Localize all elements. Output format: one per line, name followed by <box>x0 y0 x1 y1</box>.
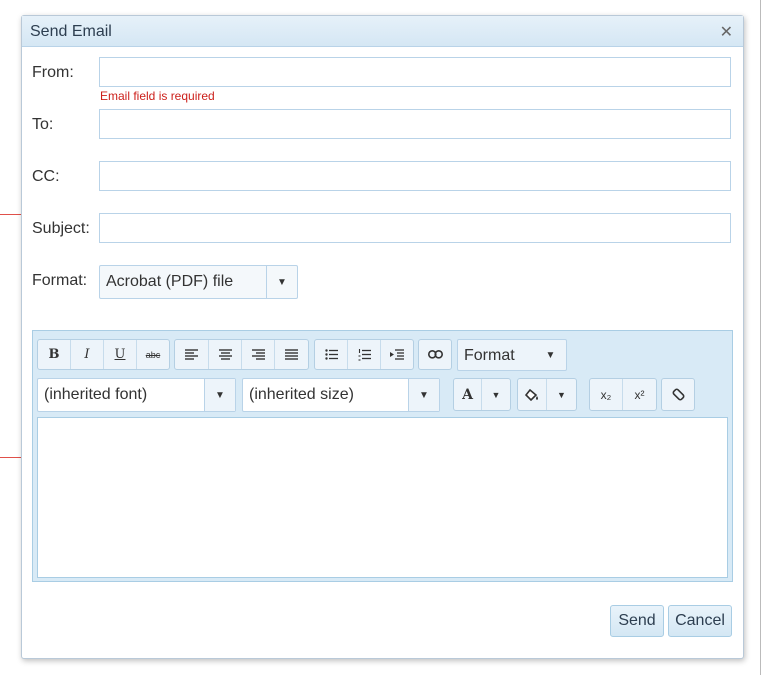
background-color-dropdown[interactable]: ▼ <box>547 379 576 410</box>
list-group <box>314 339 414 370</box>
strikethrough-button[interactable]: abc <box>137 340 169 369</box>
rich-text-editor: B I U abc Format ▼ (inherited font) ▼ (i… <box>32 330 733 582</box>
align-center-button[interactable] <box>209 340 242 369</box>
link-group <box>418 339 452 370</box>
format-select-value: Acrobat (PDF) file <box>106 273 234 290</box>
bold-button[interactable]: B <box>38 340 71 369</box>
send-email-dialog: Send Email ✕ From: Email field is requir… <box>21 15 744 659</box>
background-color-group: ▼ <box>517 378 577 411</box>
font-size-value: (inherited size) <box>249 386 354 403</box>
background-line <box>0 457 21 458</box>
format-label: Format: <box>32 272 88 289</box>
font-color-dropdown[interactable]: ▼ <box>482 379 510 410</box>
background-line <box>0 214 21 215</box>
align-justify-button[interactable] <box>275 340 308 369</box>
eraser-icon <box>672 388 684 401</box>
text-style-group: B I U abc <box>37 339 170 370</box>
editor-content-area[interactable] <box>37 417 728 578</box>
align-right-icon <box>251 349 265 360</box>
align-left-button[interactable] <box>175 340 209 369</box>
background-color-button[interactable] <box>518 379 548 410</box>
close-icon[interactable]: ✕ <box>720 22 733 42</box>
subject-row: Subject: <box>32 213 734 244</box>
font-family-value: (inherited font) <box>44 386 148 403</box>
indent-icon <box>390 349 404 360</box>
chevron-down-icon: ▼ <box>408 379 439 411</box>
indent-button[interactable] <box>381 340 413 369</box>
dialog-title: Send Email <box>30 23 112 40</box>
italic-button[interactable]: I <box>71 340 104 369</box>
font-size-select[interactable]: (inherited size) ▼ <box>242 378 440 412</box>
background-divider <box>760 0 761 675</box>
subject-label: Subject: <box>32 220 90 237</box>
chevron-down-icon: ▼ <box>545 350 556 361</box>
send-button[interactable]: Send <box>610 605 664 637</box>
font-family-select[interactable]: (inherited font) ▼ <box>37 378 236 412</box>
subject-input[interactable] <box>99 213 731 243</box>
from-label: From: <box>32 64 74 81</box>
align-right-button[interactable] <box>242 340 275 369</box>
clear-formatting-button[interactable] <box>662 379 694 410</box>
cancel-button[interactable]: Cancel <box>668 605 732 637</box>
subscript-button[interactable]: x₂ <box>590 379 624 410</box>
from-input[interactable] <box>99 57 731 87</box>
cc-label: CC: <box>32 168 60 185</box>
dialog-titlebar: Send Email ✕ <box>22 16 743 47</box>
format-style-value: Format <box>464 347 515 364</box>
superscript-button[interactable]: x² <box>623 379 656 410</box>
align-justify-icon <box>285 349 298 360</box>
chevron-down-icon: ▼ <box>204 379 235 411</box>
font-color-group: A ▼ <box>453 378 511 411</box>
bullet-list-icon <box>324 349 338 360</box>
font-color-button[interactable]: A <box>454 379 483 410</box>
from-error-message: Email field is required <box>100 89 215 103</box>
align-left-icon <box>185 349 198 360</box>
to-label: To: <box>32 116 54 133</box>
alignment-group <box>174 339 309 370</box>
clear-format-group <box>661 378 695 411</box>
format-style-select[interactable]: Format ▼ <box>457 339 567 371</box>
link-icon <box>427 350 443 359</box>
numbered-list-button[interactable] <box>348 340 381 369</box>
cc-row: CC: <box>32 161 734 192</box>
cc-input[interactable] <box>99 161 731 191</box>
to-row: To: <box>32 109 734 140</box>
format-row: Format: Acrobat (PDF) file ▼ <box>32 265 734 299</box>
underline-button[interactable]: U <box>104 340 137 369</box>
from-row: From: <box>32 57 734 88</box>
numbered-list-icon <box>358 348 371 361</box>
insert-link-button[interactable] <box>419 340 451 369</box>
chevron-down-icon: ▼ <box>266 266 297 298</box>
align-center-icon <box>218 349 232 360</box>
script-group: x₂ x² <box>589 378 657 411</box>
format-select[interactable]: Acrobat (PDF) file ▼ <box>99 265 298 299</box>
paint-bucket-icon <box>525 388 538 401</box>
bullet-list-button[interactable] <box>315 340 348 369</box>
to-input[interactable] <box>99 109 731 139</box>
